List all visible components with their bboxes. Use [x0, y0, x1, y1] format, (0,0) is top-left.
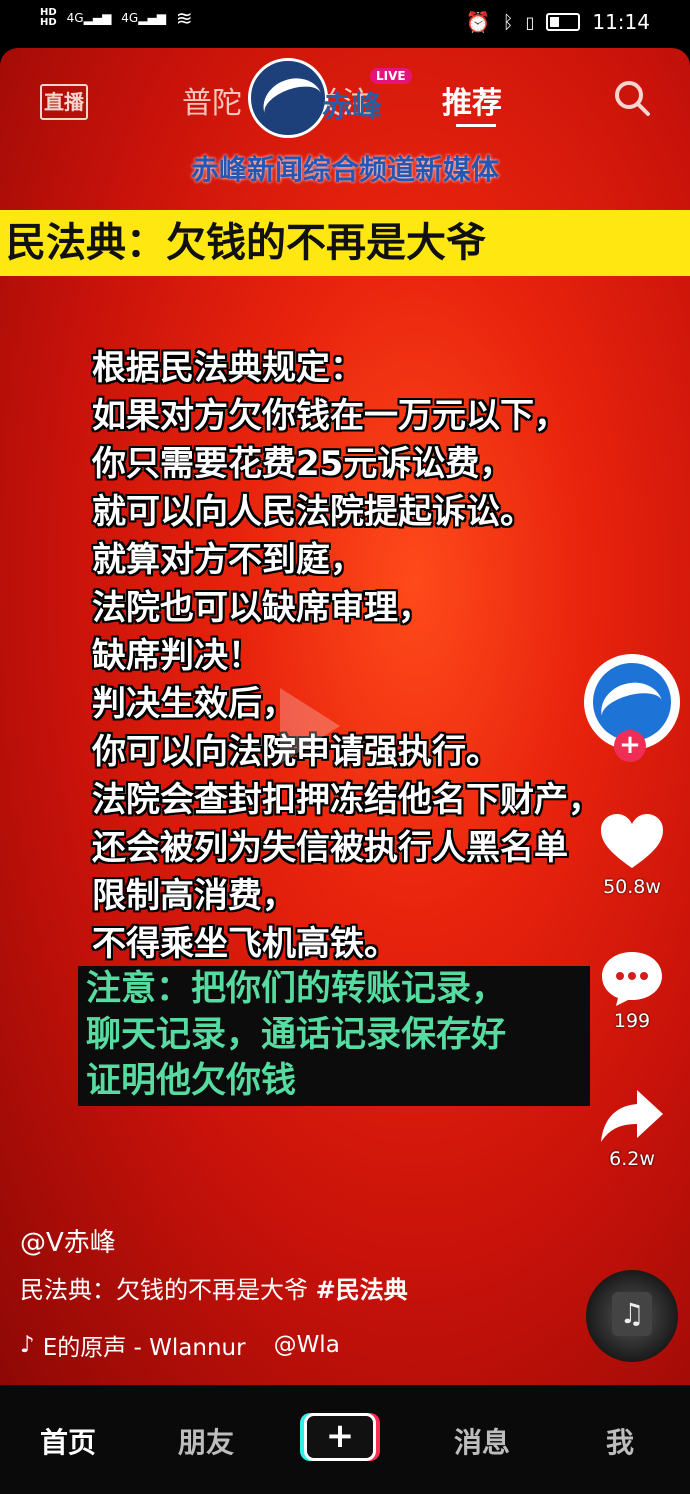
- text-line: 缺席判决！: [92, 636, 262, 676]
- tab-local[interactable]: 普陀: [182, 78, 242, 122]
- text-line: 你可以向法院申请强执行。: [92, 732, 500, 772]
- note-box: 注意：把你们的转账记录， 聊天记录，通话记录保存好 证明他欠你钱: [78, 966, 590, 1106]
- live-stream-button[interactable]: 直播: [40, 78, 88, 122]
- video-player[interactable]: 直播 普陀 关注 LIVE 推荐 赤峰 赤峰新闻综合频道新媒体 民法典：欠钱的不…: [0, 48, 690, 1385]
- music-note-icon: ♪: [20, 1332, 35, 1358]
- hd-badge-2: HD: [40, 17, 57, 28]
- active-tab-indicator: [456, 124, 496, 127]
- text-line: 如果对方欠你钱在一万元以下，: [92, 396, 568, 436]
- nav-me[interactable]: 我: [606, 1421, 634, 1461]
- alarm-icon: ⏰: [465, 10, 491, 34]
- signal-area: HD HD 4G▂▄▆ 4G▂▄▆ ≋: [40, 6, 193, 30]
- hashtag-link[interactable]: #民法典: [316, 1276, 408, 1304]
- status-right: ⏰ ᛒ ▯ 11:14: [466, 10, 650, 34]
- search-icon[interactable]: [612, 78, 652, 118]
- bottom-nav: 首页 朋友 + 消息 我: [0, 1385, 690, 1494]
- note-line: 聊天记录，通话记录保存好: [86, 1015, 507, 1055]
- bluetooth-icon: ᛒ: [502, 11, 514, 33]
- caption-text: 民法典：欠钱的不再是大爷: [20, 1276, 316, 1304]
- nav-messages[interactable]: 消息: [454, 1421, 510, 1461]
- text-line: 根据民法典规定：: [92, 348, 364, 388]
- video-caption: 民法典：欠钱的不再是大爷 #民法典: [20, 1270, 408, 1305]
- network-label-2: 4G: [121, 11, 139, 25]
- comment-icon: [602, 952, 662, 1006]
- text-line: 法院会查封扣押冻结他名下财产，: [92, 780, 602, 820]
- battery-icon: [546, 13, 581, 31]
- battery-level: [550, 17, 560, 27]
- tab-recommended[interactable]: 推荐: [442, 78, 502, 122]
- note-line: 注意：把你们的转账记录，: [86, 969, 507, 1009]
- share-button[interactable]: 6.2w: [592, 1088, 672, 1170]
- like-button[interactable]: 50.8w: [592, 812, 672, 898]
- plus-icon: +: [304, 1413, 376, 1461]
- clock: 11:14: [592, 10, 650, 34]
- title-banner: 民法典：欠钱的不再是大爷: [0, 210, 690, 276]
- like-count: 50.8w: [603, 876, 661, 898]
- status-bar: HD HD 4G▂▄▆ 4G▂▄▆ ≋ ⏰ ᛒ ▯ 11:14: [0, 0, 690, 48]
- music-info[interactable]: ♪ E的原声 - Wlannur @Wla: [20, 1328, 340, 1362]
- network-label-1: 4G: [66, 11, 84, 25]
- music-disc-note-icon: ♫: [612, 1292, 652, 1336]
- channel-logo-text: 赤峰: [322, 90, 382, 125]
- nav-friends[interactable]: 朋友: [178, 1421, 234, 1461]
- vibrate-icon: ▯: [525, 12, 535, 32]
- text-line: 法院也可以缺席审理，: [92, 588, 432, 628]
- share-count: 6.2w: [609, 1148, 655, 1170]
- create-button[interactable]: +: [300, 1413, 380, 1461]
- text-line: 限制高消费，: [92, 876, 296, 916]
- follow-button[interactable]: +: [614, 730, 646, 762]
- text-line: 还会被列为失信被执行人黑名单: [92, 828, 568, 868]
- note-line: 证明他欠你钱: [86, 1061, 297, 1101]
- hd-indicators: HD HD: [40, 8, 57, 28]
- video-main-text: 根据民法典规定： 如果对方欠你钱在一万元以下， 你只需要花费25元诉讼费， 就可…: [92, 344, 602, 968]
- heart-icon: [601, 814, 663, 868]
- author-username[interactable]: @V赤峰: [20, 1222, 116, 1259]
- text-line: 就算对方不到庭，: [92, 540, 364, 580]
- text-line: 不得乘坐飞机高铁。: [92, 924, 398, 964]
- play-icon[interactable]: [280, 688, 340, 764]
- signal-icon-2: 4G▂▄▆: [121, 11, 166, 25]
- channel-name: 赤峰新闻综合频道新媒体: [190, 153, 499, 186]
- comment-button[interactable]: 199: [592, 950, 672, 1032]
- signal-icon-1: 4G▂▄▆: [66, 11, 112, 25]
- comment-count: 199: [613, 1010, 651, 1032]
- live-icon: 直播: [40, 84, 88, 120]
- nav-home[interactable]: 首页: [40, 1421, 96, 1461]
- text-line: 你只需要花费25元诉讼费，: [92, 444, 514, 484]
- wifi-icon: ≋: [175, 6, 193, 30]
- text-line: 判决生效后，: [92, 684, 296, 724]
- text-line: 就可以向人民法院提起诉讼。: [92, 492, 534, 532]
- channel-logo-icon: [248, 58, 328, 138]
- music-title: E的原声 - Wlannur: [42, 1335, 246, 1361]
- music-disc[interactable]: ♫: [586, 1270, 678, 1362]
- share-icon: [601, 1090, 663, 1142]
- music-author: @Wla: [273, 1332, 340, 1358]
